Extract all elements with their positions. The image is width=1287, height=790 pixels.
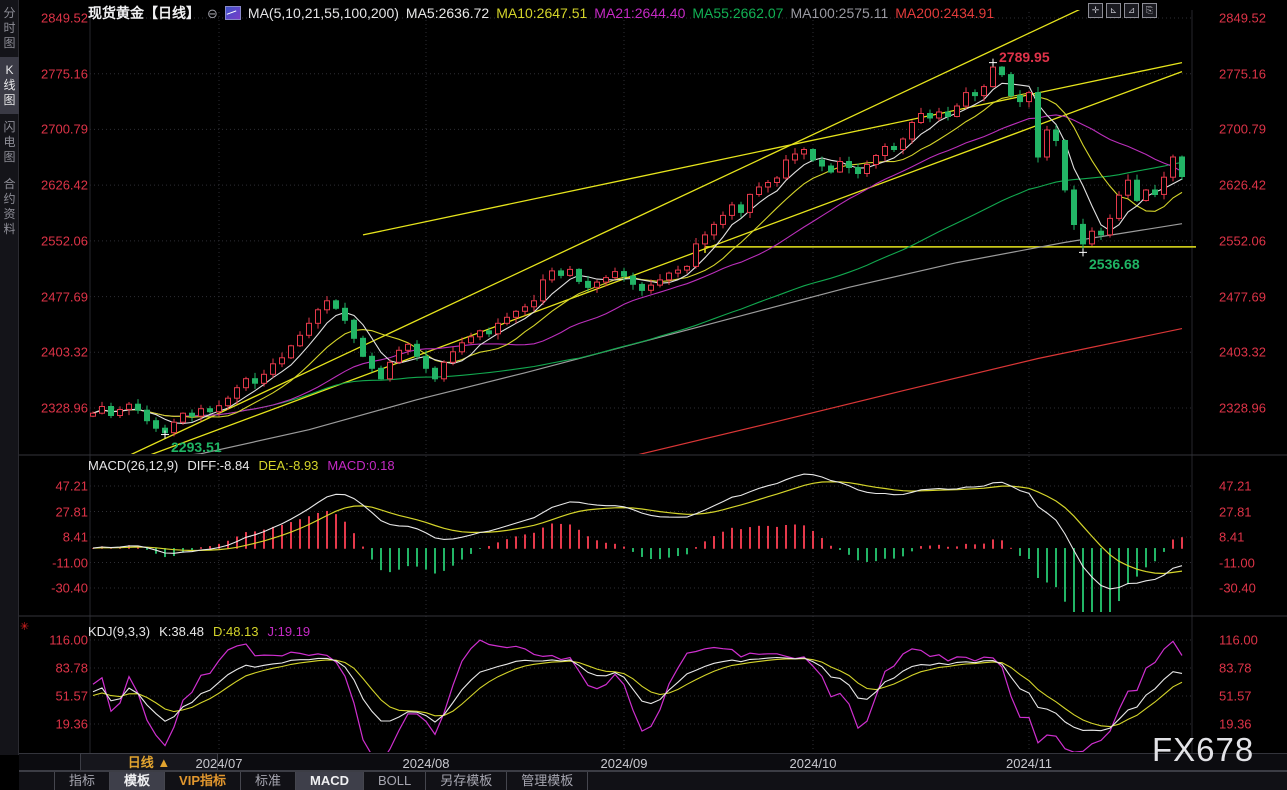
toolbar-button-VIP指标[interactable]: VIP指标 (165, 772, 241, 790)
macd-axis-label: -11.00 (1219, 555, 1255, 570)
price-axis-label: 2403.32 (1219, 345, 1266, 360)
macd-axis-label: -11.00 (20, 555, 88, 570)
alert-starburst-icon: ✳ (20, 620, 29, 633)
macd-axis-label: -30.40 (20, 581, 88, 596)
kdj-axis-label: 116.00 (1219, 633, 1258, 648)
x-axis-label: 2024/11 (1006, 756, 1052, 771)
macd-axis-label: 8.41 (20, 530, 88, 545)
export-panel-icon[interactable]: ⎘ (1142, 3, 1157, 18)
price-axis-label: 2849.52 (20, 11, 88, 26)
sidebar-item-分时图[interactable]: 分时图 (0, 0, 19, 57)
watermark: FX678 (1152, 731, 1254, 769)
price-axis-label: 2700.79 (20, 122, 88, 137)
sidebar-item-K线图[interactable]: K线图 (0, 57, 19, 114)
toolbar-button-指标[interactable]: 指标 (54, 772, 110, 790)
ma-params-label: MA(5,10,21,55,100,200) (248, 5, 399, 21)
macd-pane-header: MACD(26,12,9) DIFF:-8.84 DEA:-8.93 MACD:0.1… (88, 458, 413, 473)
kdj-axis-label: 51.57 (20, 689, 88, 704)
indicator-value: MACD:0.18 (327, 458, 394, 473)
ma-values: MA5:2636.72 MA10:2647.51 MA21:2644.40 MA55:… (406, 5, 1001, 21)
chart-canvas[interactable] (0, 0, 1287, 790)
sidebar-item-闪电图[interactable]: 闪电图 (0, 114, 19, 171)
macd-axis-label: 47.21 (20, 479, 88, 494)
bottom-toolbar: 指标模板VIP指标标准MACDBOLL另存模板管理模板 (19, 771, 1287, 790)
indicator-value: DIFF:-8.84 (187, 458, 249, 473)
price-axis-label: 2849.52 (1219, 11, 1266, 26)
toolbar-button-MACD[interactable]: MACD (296, 772, 364, 790)
price-axis-label: 2775.16 (20, 66, 88, 81)
kdj-axis-label: 83.78 (20, 661, 88, 676)
ma-value: MA200:2434.91 (895, 5, 994, 21)
price-annotation: 2789.95 (999, 49, 1050, 65)
price-axis-label: 2477.69 (20, 289, 88, 304)
kdj-params-label: KDJ(9,3,3) (88, 624, 150, 639)
indicator-value: DEA:-8.93 (258, 458, 318, 473)
x-axis-label: 2024/10 (790, 756, 837, 771)
scale-right-icon[interactable]: ⊿ (1124, 3, 1139, 18)
collapse-icon[interactable]: ⊖ (207, 6, 218, 21)
price-axis-label: 2700.79 (1219, 122, 1266, 137)
toolbar-button-管理模板[interactable]: 管理模板 (507, 772, 588, 790)
macd-axis-label: 8.41 (1219, 530, 1244, 545)
price-axis-label: 2775.16 (1219, 66, 1266, 81)
price-axis-label: 2552.06 (1219, 233, 1266, 248)
kdj-axis-label: 83.78 (1219, 661, 1252, 676)
price-axis-label: 2403.32 (20, 345, 88, 360)
toolbar-button-模板[interactable]: 模板 (110, 772, 165, 790)
kdj-axis-label: 51.57 (1219, 689, 1252, 704)
macd-axis-label: 27.81 (20, 504, 88, 519)
price-axis-label: 2626.42 (1219, 178, 1266, 193)
toolbar-button-标准[interactable]: 标准 (241, 772, 296, 790)
window-icons: ✛⊾⊿⎘ (1088, 3, 1157, 18)
macd-axis-label: 47.21 (1219, 479, 1252, 494)
ma-value: MA55:2662.07 (692, 5, 783, 21)
kdj-pane-header: KDJ(9,3,3) K:38.48 D:48.13 J:19.19 (88, 624, 328, 639)
price-annotation: 2536.68 (1089, 256, 1140, 272)
kdj-axis-label: 19.36 (1219, 717, 1252, 732)
crosshair-icon[interactable]: ✛ (1088, 3, 1103, 18)
chart-application: 分时图K线图闪电图合约资料 现货黄金【日线】 ⊖ MA(5,10,21,55,100… (0, 0, 1287, 790)
ma-value: MA5:2636.72 (406, 5, 489, 21)
indicator-value: J:19.19 (268, 624, 311, 639)
x-axis-label: 2024/08 (403, 756, 450, 771)
ma-value: MA21:2644.40 (594, 5, 685, 21)
price-annotation: 2293.51 (171, 439, 222, 455)
ma-value: MA100:2575.11 (790, 5, 888, 21)
price-axis-label: 2328.96 (1219, 400, 1266, 415)
toolbar-button-另存模板[interactable]: 另存模板 (426, 772, 507, 790)
indicator-value: K:38.48 (159, 624, 204, 639)
price-axis-label: 2477.69 (1219, 289, 1266, 304)
price-axis-label: 2552.06 (20, 233, 88, 248)
symbol-title: 现货黄金【日线】 (88, 5, 200, 21)
macd-axis-label: 27.81 (1219, 504, 1252, 519)
sidebar-item-合约资料[interactable]: 合约资料 (0, 171, 19, 243)
price-axis-label: 2328.96 (20, 400, 88, 415)
chart-type-icon (225, 6, 241, 20)
price-axis-label: 2626.42 (20, 178, 88, 193)
kdj-axis-label: 19.36 (20, 717, 88, 732)
indicator-value: D:48.13 (213, 624, 259, 639)
chart-type-sidebar: 分时图K线图闪电图合约资料 (0, 0, 19, 755)
ma-value: MA10:2647.51 (496, 5, 587, 21)
macd-axis-label: -30.40 (1219, 581, 1256, 596)
scale-left-icon[interactable]: ⊾ (1106, 3, 1121, 18)
x-axis-label: 2024/09 (601, 756, 648, 771)
interval-arrow-icon: ▲ (157, 755, 170, 770)
interval-label: 日线 (128, 755, 154, 770)
kdj-axis-label: 116.00 (20, 633, 88, 648)
macd-params-label: MACD(26,12,9) (88, 458, 178, 473)
toolbar-button-BOLL[interactable]: BOLL (364, 772, 426, 790)
x-axis-label: 2024/07 (196, 756, 243, 771)
chart-header: 现货黄金【日线】 ⊖ MA(5,10,21,55,100,200) MA5:2636.… (88, 3, 1008, 19)
